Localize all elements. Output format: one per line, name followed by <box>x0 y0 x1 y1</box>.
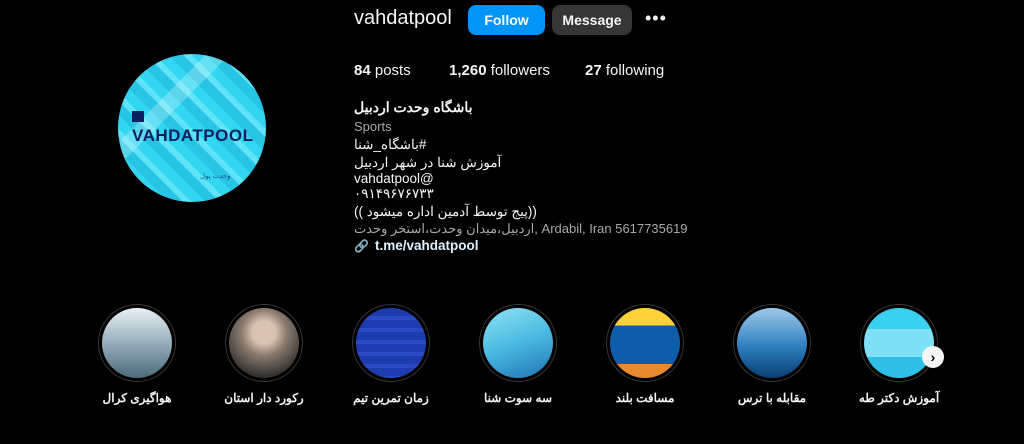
highlight-cover <box>483 308 553 378</box>
profile-external-link[interactable]: 🔗 t.me/vahdatpool <box>354 238 478 253</box>
bio-line-teaching: آموزش شنا در شهر اردبیل <box>354 155 502 170</box>
follow-button[interactable]: Follow <box>468 5 545 35</box>
highlight-label: رکورد دار استان <box>224 391 304 405</box>
profile-username: vahdatpool <box>354 7 452 29</box>
highlight-label: زمان تمرین تیم <box>353 391 429 405</box>
highlight-label: هواگیری کرال <box>102 391 172 405</box>
highlight-cover <box>610 308 680 378</box>
highlight-label: آموزش دکتر طه <box>858 391 940 405</box>
message-button[interactable]: Message <box>552 5 632 35</box>
bio-mention[interactable]: vahdatpool@ <box>354 171 434 186</box>
highlight-label: مقابله با ترس <box>737 391 807 405</box>
profile-address[interactable]: اردبیل،میدان وحدت،استخر وحدت, Ardabil, I… <box>354 221 688 237</box>
highlight-label: سه سوت شنا <box>483 391 553 405</box>
highlight-item[interactable]: رکورد دار استان <box>224 304 304 405</box>
bio-phone: ۰۹۱۴۹۶۷۶۷۳۳ <box>354 186 434 201</box>
highlight-item[interactable]: مقابله با ترس <box>733 304 811 405</box>
highlight-item[interactable]: هواگیری کرال <box>98 304 176 405</box>
highlight-item[interactable]: مسافت بلند <box>606 304 684 405</box>
followers-link[interactable]: 1,260 followers <box>449 62 550 79</box>
link-icon: 🔗 <box>354 238 369 253</box>
avatar-caption: وحدت پول <box>200 173 231 180</box>
highlight-item[interactable]: زمان تمرین تیم <box>352 304 430 405</box>
more-options-icon[interactable]: ••• <box>645 8 667 29</box>
highlight-label: مسافت بلند <box>615 391 675 405</box>
following-link[interactable]: 27 following <box>585 62 664 79</box>
highlights-next-icon[interactable]: › <box>922 346 944 368</box>
highlight-cover <box>737 308 807 378</box>
highlight-cover <box>229 308 299 378</box>
avatar-logo-text: VAHDATPOOL <box>132 106 266 146</box>
highlight-cover <box>356 308 426 378</box>
bio-admin-note: ((پیج توسط آدمین اداره میشود )) <box>354 204 537 219</box>
bio-hashtag[interactable]: #باشگاه_شنا <box>354 137 426 153</box>
highlight-cover <box>864 308 934 378</box>
profile-full-name: باشگاه وحدت اردبیل <box>354 99 473 115</box>
highlight-item[interactable]: سه سوت شنا <box>479 304 557 405</box>
posts-count: 84 posts <box>354 62 411 79</box>
profile-avatar[interactable]: VAHDATPOOL وحدت پول <box>118 54 266 202</box>
highlight-cover <box>102 308 172 378</box>
profile-category: Sports <box>354 119 392 134</box>
